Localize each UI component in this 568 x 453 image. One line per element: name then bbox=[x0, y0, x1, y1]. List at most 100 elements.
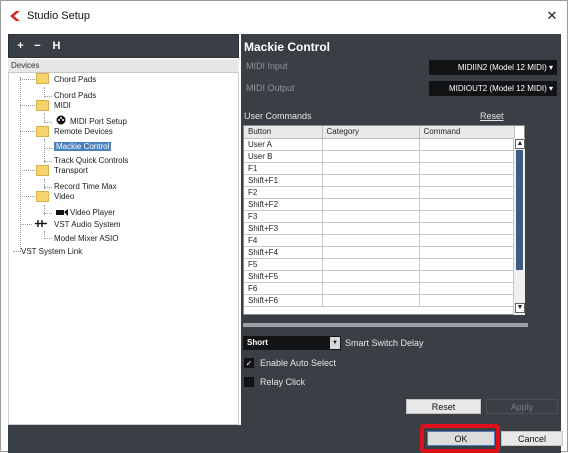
scrollbar-thumb[interactable] bbox=[516, 150, 523, 270]
midi-icon bbox=[56, 115, 66, 125]
command-cell[interactable] bbox=[419, 282, 515, 295]
tree-folder-chord-pads[interactable]: Chord Pads bbox=[54, 73, 96, 86]
table-row[interactable]: F5 bbox=[244, 258, 515, 271]
table-row[interactable]: F4 bbox=[244, 234, 515, 247]
smart-switch-delay-label: Smart Switch Delay bbox=[345, 338, 424, 348]
command-cell[interactable] bbox=[419, 270, 515, 283]
smart-switch-delay-select[interactable]: Short bbox=[243, 336, 341, 350]
tree-folder-video[interactable]: Video bbox=[54, 190, 74, 203]
devices-toolbar: + − H bbox=[8, 34, 239, 58]
table-row[interactable]: Shift+F6 bbox=[244, 294, 515, 307]
table-row[interactable]: Shift+F1 bbox=[244, 174, 515, 187]
command-cell[interactable] bbox=[419, 198, 515, 211]
audio-icon bbox=[35, 220, 47, 227]
table-row[interactable]: F3 bbox=[244, 210, 515, 223]
category-cell[interactable] bbox=[322, 210, 420, 223]
user-commands-reset-link[interactable]: Reset bbox=[480, 111, 504, 121]
add-device-button[interactable]: + bbox=[12, 38, 29, 54]
tree-item-mackie-control[interactable]: Mackie Control bbox=[54, 140, 112, 153]
command-cell[interactable] bbox=[419, 210, 515, 223]
category-cell[interactable] bbox=[322, 282, 420, 295]
tree-folder-remote-devices[interactable]: Remote Devices bbox=[54, 125, 113, 138]
category-cell[interactable] bbox=[322, 258, 420, 271]
command-cell[interactable] bbox=[419, 294, 515, 307]
table-row[interactable]: F1 bbox=[244, 162, 515, 175]
table-row[interactable]: Shift+F3 bbox=[244, 222, 515, 235]
panel-title: Mackie Control bbox=[244, 40, 331, 54]
command-cell[interactable] bbox=[419, 174, 515, 187]
table-vertical-scrollbar[interactable]: ▲ ▼ bbox=[513, 138, 525, 315]
command-cell[interactable] bbox=[419, 258, 515, 271]
table-row[interactable]: User B bbox=[244, 150, 515, 163]
command-cell[interactable] bbox=[419, 246, 515, 259]
category-cell[interactable] bbox=[322, 150, 420, 163]
tree-folder-midi[interactable]: MIDI bbox=[54, 99, 71, 112]
button-cell: F3 bbox=[244, 210, 323, 223]
enable-auto-select-checkbox[interactable]: ✓ bbox=[244, 358, 254, 368]
column-header-command[interactable]: Command bbox=[419, 126, 515, 139]
midi-output-value: MIDIOUT2 (Model 12 MIDI) bbox=[448, 84, 547, 93]
tree-item-vst-system-link[interactable]: VST System Link bbox=[21, 245, 82, 258]
table-row[interactable]: User A bbox=[244, 138, 515, 151]
table-horizontal-scrollbar[interactable] bbox=[243, 323, 528, 327]
button-cell: Shift+F1 bbox=[244, 174, 323, 187]
command-cell[interactable] bbox=[419, 186, 515, 199]
tree-folder-transport[interactable]: Transport bbox=[54, 164, 88, 177]
tree-item-model-mixer-asio[interactable]: Model Mixer ASIO bbox=[54, 232, 118, 245]
table-row[interactable]: F2 bbox=[244, 186, 515, 199]
category-cell[interactable] bbox=[322, 138, 420, 151]
scroll-down-icon[interactable]: ▼ bbox=[515, 303, 525, 313]
button-cell: F5 bbox=[244, 258, 323, 271]
apply-button[interactable]: Apply bbox=[486, 399, 558, 414]
button-cell: F2 bbox=[244, 186, 323, 199]
user-commands-label: User Commands bbox=[244, 111, 312, 121]
category-cell[interactable] bbox=[322, 174, 420, 187]
table-row[interactable]: Shift+F5 bbox=[244, 270, 515, 283]
selected-label: Mackie Control bbox=[54, 142, 112, 151]
user-commands-table: Button Category Command User A User B F1… bbox=[243, 125, 525, 315]
midi-input-select[interactable]: MIDIIN2 (Model 12 MIDI) ▾ bbox=[429, 60, 557, 75]
category-cell[interactable] bbox=[322, 162, 420, 175]
command-cell[interactable] bbox=[419, 138, 515, 151]
close-icon[interactable]: ✕ bbox=[543, 7, 561, 25]
category-cell[interactable] bbox=[322, 294, 420, 307]
button-cell: F6 bbox=[244, 282, 323, 295]
button-cell: Shift+F4 bbox=[244, 246, 323, 259]
table-row[interactable]: F6 bbox=[244, 282, 515, 295]
category-cell[interactable] bbox=[322, 234, 420, 247]
table-row[interactable]: Shift+F4 bbox=[244, 246, 515, 259]
dropdown-arrow-icon[interactable]: ▼ bbox=[330, 337, 340, 349]
scroll-up-icon[interactable]: ▲ bbox=[515, 139, 525, 149]
title-bar: Studio Setup ✕ bbox=[1, 1, 567, 31]
category-cell[interactable] bbox=[322, 246, 420, 259]
folder-icon bbox=[36, 126, 49, 137]
category-cell[interactable] bbox=[322, 198, 420, 211]
reset-button[interactable]: Reset bbox=[406, 399, 481, 414]
dropdown-arrow-icon: ▾ bbox=[548, 63, 553, 72]
mackie-control-panel: Mackie Control MIDI Input MIDIIN2 (Model… bbox=[241, 34, 561, 425]
command-cell[interactable] bbox=[419, 162, 515, 175]
column-header-button[interactable]: Button bbox=[244, 126, 323, 139]
cubase-app-icon bbox=[10, 11, 20, 21]
remove-device-button[interactable]: − bbox=[29, 38, 46, 54]
command-cell[interactable] bbox=[419, 222, 515, 235]
command-cell[interactable] bbox=[419, 150, 515, 163]
cancel-button[interactable]: Cancel bbox=[501, 431, 563, 446]
midi-input-value: MIDIIN2 (Model 12 MIDI) bbox=[457, 63, 547, 72]
devices-tree: Chord Pads Chord Pads MIDI MIDI Port Set… bbox=[8, 73, 239, 425]
reset-device-button[interactable]: H bbox=[48, 38, 65, 54]
button-cell: Shift+F3 bbox=[244, 222, 323, 235]
window-title: Studio Setup bbox=[27, 10, 90, 22]
folder-icon bbox=[36, 100, 49, 111]
category-cell[interactable] bbox=[322, 270, 420, 283]
column-header-category[interactable]: Category bbox=[322, 126, 420, 139]
tree-item-vst-audio-system[interactable]: VST Audio System bbox=[54, 218, 121, 231]
relay-click-checkbox[interactable] bbox=[244, 377, 254, 387]
category-cell[interactable] bbox=[322, 186, 420, 199]
studio-setup-window: Studio Setup ✕ + − H Devices Chord Pads … bbox=[0, 0, 568, 453]
category-cell[interactable] bbox=[322, 222, 420, 235]
midi-output-select[interactable]: MIDIOUT2 (Model 12 MIDI) ▾ bbox=[429, 81, 557, 96]
command-cell[interactable] bbox=[419, 234, 515, 247]
video-icon bbox=[56, 209, 68, 216]
table-row[interactable]: Shift+F2 bbox=[244, 198, 515, 211]
